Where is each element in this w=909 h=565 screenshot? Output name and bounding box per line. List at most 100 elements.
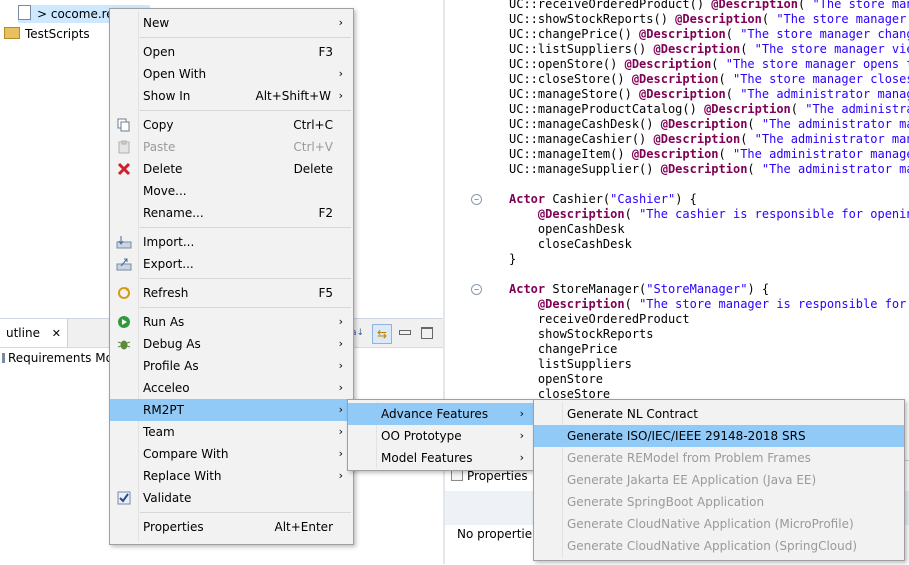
link-editor-icon[interactable]: ⇆ <box>372 324 392 344</box>
menu-item-shortcut: Ctrl+V <box>293 140 333 154</box>
fold-toggle-icon[interactable]: − <box>471 194 482 205</box>
close-icon[interactable]: ✕ <box>52 327 61 340</box>
menu-item-generate-nl-contract[interactable]: Generate NL Contract <box>534 403 904 425</box>
menu-item-shortcut: Delete <box>293 162 333 176</box>
code-line: Actor StoreManager("StoreManager") { <box>509 282 770 296</box>
menu-separator <box>140 278 351 279</box>
menu-item-label: Paste <box>143 140 176 154</box>
menu-item-move[interactable]: Move... <box>110 180 353 202</box>
menu-item-compare-with[interactable]: Compare With › <box>110 443 353 465</box>
code-line: UC::manageItem() @Description( "The admi… <box>509 147 909 161</box>
menu-item-generate-cloudnative-application-springcloud[interactable]: Generate CloudNative Application (Spring… <box>534 535 904 557</box>
menu-item-generate-jakarta-ee-application-java-ee[interactable]: Generate Jakarta EE Application (Java EE… <box>534 469 904 491</box>
chevron-right-icon: › <box>338 381 343 394</box>
outline-item[interactable]: Requirements Mo <box>2 351 113 365</box>
menu-item-replace-with[interactable]: Replace With › <box>110 465 353 487</box>
menu-item-open[interactable]: Open F3 <box>110 41 353 63</box>
code-line: changePrice <box>509 342 618 356</box>
chevron-right-icon: › <box>519 451 524 464</box>
menu-item-rm2pt[interactable]: RM2PT › <box>110 399 353 421</box>
menu-item-shortcut: F2 <box>318 206 333 220</box>
code-line: @Description( "The cashier is responsibl… <box>537 207 909 221</box>
menu-item-label: Model Features <box>381 451 473 465</box>
tree-item-testscripts[interactable]: TestScripts <box>4 25 90 43</box>
menu-item-label: Debug As <box>143 337 201 351</box>
menu-item-label: Open With <box>143 67 207 81</box>
menu-item-validate[interactable]: Validate <box>110 487 353 509</box>
menu-item-run-as[interactable]: Run As › <box>110 311 353 333</box>
menu-item-export[interactable]: Export... <box>110 253 353 275</box>
checkbox-icon <box>116 490 132 506</box>
menu-item-generate-springboot-application[interactable]: Generate SpringBoot Application <box>534 491 904 513</box>
menu-item-rename[interactable]: Rename... F2 <box>110 202 353 224</box>
code-line: closeCashDesk <box>509 237 632 251</box>
code-line: openCashDesk <box>509 222 625 236</box>
chevron-right-icon: › <box>338 67 343 80</box>
chevron-right-icon: › <box>338 425 343 438</box>
fold-toggle-icon[interactable]: − <box>471 284 482 295</box>
chevron-right-icon: › <box>338 447 343 460</box>
import-icon <box>116 234 132 250</box>
tree-item-label: TestScripts <box>25 27 90 41</box>
menu-item-new[interactable]: New › <box>110 12 353 34</box>
menu-item-generate-iso-iec-ieee-29148-2018-srs[interactable]: Generate ISO/IEC/IEEE 29148-2018 SRS <box>534 425 904 447</box>
menu-item-properties[interactable]: Properties Alt+Enter <box>110 516 353 538</box>
menu-item-label: OO Prototype <box>381 429 462 443</box>
maximize-icon[interactable] <box>421 327 433 339</box>
menu-separator <box>140 110 351 111</box>
menu-item-open-with[interactable]: Open With › <box>110 63 353 85</box>
menu-item-label: New <box>143 16 170 30</box>
tab-outline[interactable]: utline ✕ <box>0 319 69 347</box>
menu-item-import[interactable]: Import... <box>110 231 353 253</box>
menu-item-label: Refresh <box>143 286 189 300</box>
menu-item-label: Run As <box>143 315 185 329</box>
chevron-right-icon: › <box>338 403 343 416</box>
code-line: showStockReports <box>509 327 654 341</box>
rm2pt-submenu: Advance Features › OO Prototype › Model Feat… <box>347 399 535 471</box>
delete-icon <box>116 161 132 177</box>
menu-item-label: Generate REModel from Problem Frames <box>567 451 811 465</box>
code-editor[interactable]: UC::receiveOrderedProduct() @Description… <box>445 0 909 460</box>
menu-item-acceleo[interactable]: Acceleo › <box>110 377 353 399</box>
menu-item-label: Show In <box>143 89 191 103</box>
menu-item-oo-prototype[interactable]: OO Prototype › <box>348 425 534 447</box>
menu-item-generate-cloudnative-application-microprofile[interactable]: Generate CloudNative Application (MicroP… <box>534 513 904 535</box>
menu-item-label: Delete <box>143 162 183 176</box>
menu-item-label: Generate CloudNative Application (MicroP… <box>567 517 854 531</box>
menu-separator <box>140 227 351 228</box>
code-line: UC::listSuppliers() @Description( "The s… <box>509 42 909 56</box>
menu-item-delete[interactable]: Delete Delete <box>110 158 353 180</box>
menu-item-paste[interactable]: Paste Ctrl+V <box>110 136 353 158</box>
code-line: UC::manageSupplier() @Description( "The … <box>509 162 909 176</box>
menu-item-team[interactable]: Team › <box>110 421 353 443</box>
menu-item-label: Compare With <box>143 447 229 461</box>
menu-item-label: Properties <box>143 520 204 534</box>
menu-separator <box>140 37 351 38</box>
code-line: UC::manageCashDesk() @Description( "The … <box>509 117 909 131</box>
menu-item-shortcut: Alt+Enter <box>274 520 333 534</box>
menu-item-refresh[interactable]: Refresh F5 <box>110 282 353 304</box>
code-line: UC::manageCashier() @Description( "The a… <box>509 132 909 146</box>
menu-item-label: Generate ISO/IEC/IEEE 29148-2018 SRS <box>567 429 806 443</box>
menu-item-shortcut: Alt+Shift+W <box>255 89 332 103</box>
menu-separator <box>140 512 351 513</box>
menu-item-label: Export... <box>143 257 194 271</box>
menu-item-show-in[interactable]: Show In Alt+Shift+W › <box>110 85 353 107</box>
menu-item-debug-as[interactable]: Debug As › <box>110 333 353 355</box>
menu-item-shortcut: F3 <box>318 45 333 59</box>
properties-content: No propertie <box>457 527 533 541</box>
menu-item-label: Generate SpringBoot Application <box>567 495 765 509</box>
tab-outline-label: utline <box>6 326 40 340</box>
code-line: UC::openStore() @Description( "The store… <box>509 57 909 71</box>
menu-item-generate-remodel-from-problem-frames[interactable]: Generate REModel from Problem Frames <box>534 447 904 469</box>
run-icon <box>116 314 132 330</box>
menu-item-label: Generate Jakarta EE Application (Java EE… <box>567 473 817 487</box>
minimize-icon[interactable] <box>399 330 411 335</box>
menu-item-advance-features[interactable]: Advance Features › <box>348 403 534 425</box>
menu-item-label: Validate <box>143 491 192 505</box>
menu-item-model-features[interactable]: Model Features › <box>348 447 534 469</box>
menu-item-shortcut: F5 <box>318 286 333 300</box>
menu-item-copy[interactable]: Copy Ctrl+C <box>110 114 353 136</box>
menu-item-profile-as[interactable]: Profile As › <box>110 355 353 377</box>
menu-separator <box>140 307 351 308</box>
